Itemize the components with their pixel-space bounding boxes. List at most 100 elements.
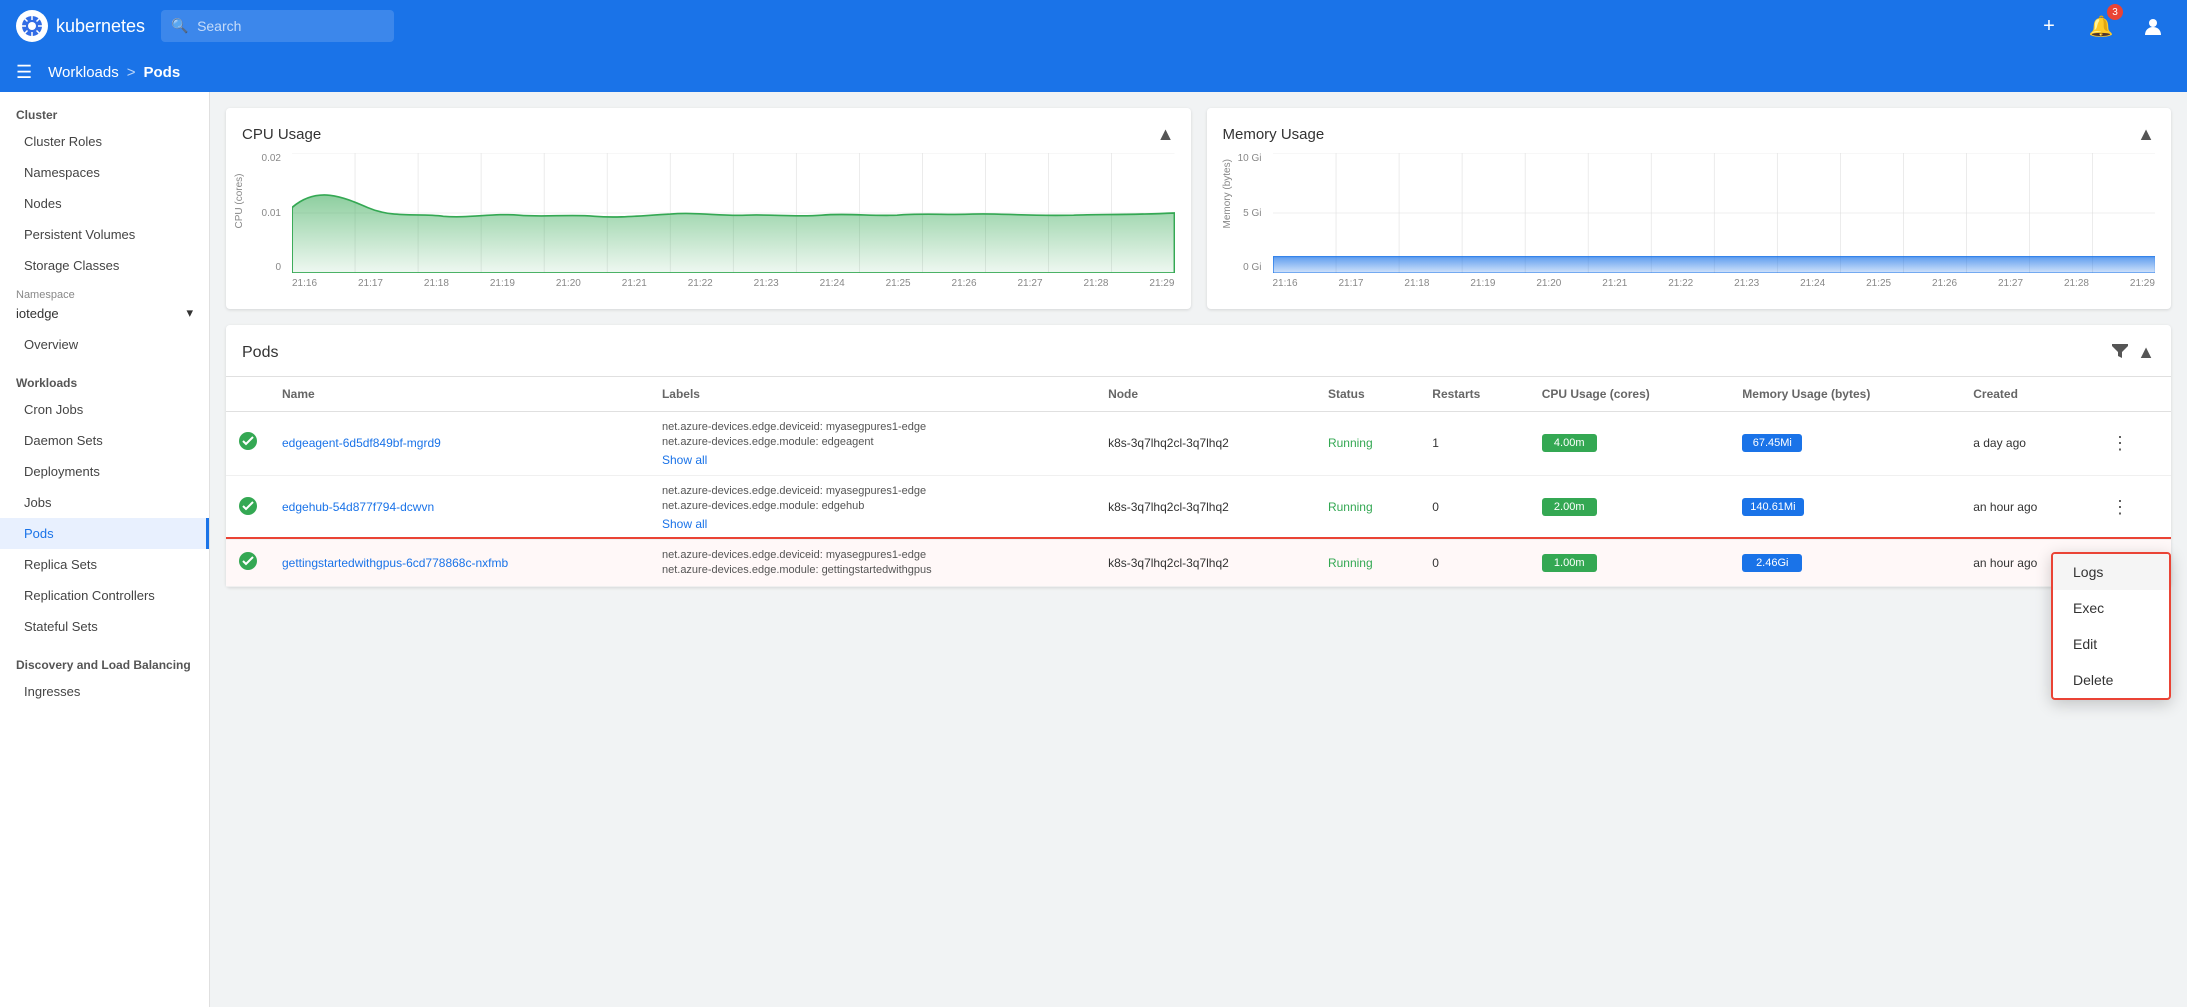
context-menu-item-edit[interactable]: Edit: [2053, 626, 2169, 662]
pod2-name-link[interactable]: edgehub-54d877f794-dcwvn: [282, 500, 434, 514]
sidebar-item-deployments[interactable]: Deployments: [0, 456, 209, 487]
memory-x-tick-4: 21:20: [1536, 278, 1561, 289]
sidebar-item-namespaces[interactable]: Namespaces: [0, 157, 209, 188]
pod2-actions: ⋮: [2095, 475, 2171, 539]
notifications-button[interactable]: 🔔 3: [2083, 8, 2119, 44]
pod2-show-all-link[interactable]: Show all: [662, 517, 1084, 531]
sidebar-item-replication-controllers[interactable]: Replication Controllers: [0, 580, 209, 611]
memory-x-tick-5: 21:21: [1602, 278, 1627, 289]
top-nav: kubernetes 🔍 + 🔔 3: [0, 0, 2187, 52]
cpu-x-tick-11: 21:27: [1017, 278, 1042, 289]
memory-x-tick-12: 21:28: [2064, 278, 2089, 289]
th-memory: Memory Usage (bytes): [1730, 377, 1961, 412]
pod1-labels: net.azure-devices.edge.deviceid: myasegp…: [650, 412, 1096, 476]
account-button[interactable]: [2135, 8, 2171, 44]
sidebar-item-cron-jobs[interactable]: Cron Jobs: [0, 394, 209, 425]
pods-table-wrap: Name Labels Node Status Restarts CPU Usa…: [226, 377, 2171, 587]
pods-table: Name Labels Node Status Restarts CPU Usa…: [226, 377, 2171, 587]
sidebar-item-nodes[interactable]: Nodes: [0, 188, 209, 219]
main-content: CPU Usage ▲ CPU (cores) 0.02 0.01 0: [210, 92, 2187, 1007]
sidebar-item-jobs[interactable]: Jobs: [0, 487, 209, 518]
th-cpu: CPU Usage (cores): [1530, 377, 1731, 412]
namespace-value-text: iotedge: [16, 306, 59, 321]
sidebar-item-ingresses[interactable]: Ingresses: [0, 676, 209, 707]
pod3-cpu: 1.00m: [1530, 539, 1731, 587]
filter-button[interactable]: [2111, 341, 2129, 364]
table-row: edgehub-54d877f794-dcwvn net.azure-devic…: [226, 475, 2171, 539]
add-button[interactable]: +: [2031, 8, 2067, 44]
sidebar-item-daemon-sets[interactable]: Daemon Sets: [0, 425, 209, 456]
sidebar-item-storage-classes[interactable]: Storage Classes: [0, 250, 209, 281]
breadcrumb-bar: ☰ Workloads > Pods: [0, 52, 2187, 92]
pod3-memory: 2.46Gi: [1730, 539, 1961, 587]
pod3-name-link[interactable]: gettingstartedwithgpus-6cd778868c-nxfmb: [282, 556, 508, 570]
cpu-x-tick-12: 21:28: [1083, 278, 1108, 289]
pod1-actions-button[interactable]: ⋮: [2107, 431, 2133, 456]
pod1-restarts: 1: [1420, 412, 1529, 476]
pods-title: Pods: [242, 344, 278, 362]
cpu-x-tick-3: 21:19: [490, 278, 515, 289]
sidebar-item-stateful-sets[interactable]: Stateful Sets: [0, 611, 209, 642]
memory-y-axis: 10 Gi 5 Gi 0 Gi: [1223, 153, 1268, 273]
namespace-dropdown-icon: ▾: [186, 305, 193, 321]
memory-chart-collapse-button[interactable]: ▲: [2137, 124, 2155, 145]
sidebar-item-persistent-volumes[interactable]: Persistent Volumes: [0, 219, 209, 250]
namespace-selector: Namespace iotedge ▾: [0, 281, 209, 329]
cpu-x-tick-8: 21:24: [820, 278, 845, 289]
cpu-y-tick-0: 0.02: [262, 153, 281, 164]
menu-icon[interactable]: ☰: [16, 62, 32, 83]
memory-y-tick-0: 10 Gi: [1238, 153, 1262, 164]
pods-header: Pods ▲: [226, 325, 2171, 377]
memory-chart-card: Memory Usage ▲ Memory (bytes) 10 Gi 5 Gi…: [1207, 108, 2172, 309]
sidebar-item-replica-sets[interactable]: Replica Sets: [0, 549, 209, 580]
th-name: Name: [270, 377, 650, 412]
pod1-cpu: 4.00m: [1530, 412, 1731, 476]
context-menu-item-delete[interactable]: Delete: [2053, 662, 2169, 698]
pod2-status-icon: [226, 475, 270, 539]
memory-x-tick-0: 21:16: [1273, 278, 1298, 289]
cpu-chart-header: CPU Usage ▲: [242, 124, 1175, 145]
context-menu-item-exec[interactable]: Exec: [2053, 590, 2169, 626]
memory-x-tick-1: 21:17: [1338, 278, 1363, 289]
pods-collapse-button[interactable]: ▲: [2137, 342, 2155, 363]
pod1-status: Running: [1316, 412, 1420, 476]
pod1-show-all-link[interactable]: Show all: [662, 453, 1084, 467]
pods-table-head: Name Labels Node Status Restarts CPU Usa…: [226, 377, 2171, 412]
memory-x-tick-6: 21:22: [1668, 278, 1693, 289]
sidebar-item-pods[interactable]: Pods: [0, 518, 209, 549]
cpu-chart-collapse-button[interactable]: ▲: [1157, 124, 1175, 145]
breadcrumb-separator: >: [127, 64, 136, 81]
sidebar-item-cluster-roles[interactable]: Cluster Roles: [0, 126, 209, 157]
cpu-x-tick-1: 21:17: [358, 278, 383, 289]
pods-card: Pods ▲ Name Labels: [226, 325, 2171, 587]
pod3-status: Running: [1316, 539, 1420, 587]
app-logo: kubernetes: [16, 10, 145, 42]
cpu-x-tick-9: 21:25: [886, 278, 911, 289]
search-input[interactable]: [161, 10, 394, 42]
namespace-value-row[interactable]: iotedge ▾: [16, 305, 193, 321]
pod2-cpu: 2.00m: [1530, 475, 1731, 539]
context-menu-item-logs[interactable]: Logs: [2053, 554, 2169, 590]
memory-chart-plot: [1273, 153, 2156, 273]
sidebar: Cluster Cluster Roles Namespaces Nodes P…: [0, 92, 210, 1007]
memory-y-tick-1: 5 Gi: [1243, 208, 1261, 219]
cpu-x-tick-6: 21:22: [688, 278, 713, 289]
pod1-name-link[interactable]: edgeagent-6d5df849bf-mgrd9: [282, 436, 441, 450]
memory-x-tick-8: 21:24: [1800, 278, 1825, 289]
pod1-node: k8s-3q7lhq2cl-3q7lhq2: [1096, 412, 1316, 476]
search-icon: 🔍: [171, 18, 188, 35]
pod1-memory-value: 67.45Mi: [1742, 434, 1802, 452]
memory-chart-header: Memory Usage ▲: [1223, 124, 2156, 145]
th-node: Node: [1096, 377, 1316, 412]
breadcrumb-workloads[interactable]: Workloads: [48, 64, 119, 81]
main-layout: Cluster Cluster Roles Namespaces Nodes P…: [0, 92, 2187, 1007]
memory-x-tick-9: 21:25: [1866, 278, 1891, 289]
th-restarts: Restarts: [1420, 377, 1529, 412]
sidebar-item-overview[interactable]: Overview: [0, 329, 209, 360]
pod2-actions-button[interactable]: ⋮: [2107, 495, 2133, 520]
memory-x-tick-7: 21:23: [1734, 278, 1759, 289]
cpu-x-tick-2: 21:18: [424, 278, 449, 289]
breadcrumb-pods: Pods: [144, 64, 181, 81]
pods-header-actions: ▲: [2111, 341, 2155, 364]
discovery-section-title: Discovery and Load Balancing: [0, 642, 209, 676]
